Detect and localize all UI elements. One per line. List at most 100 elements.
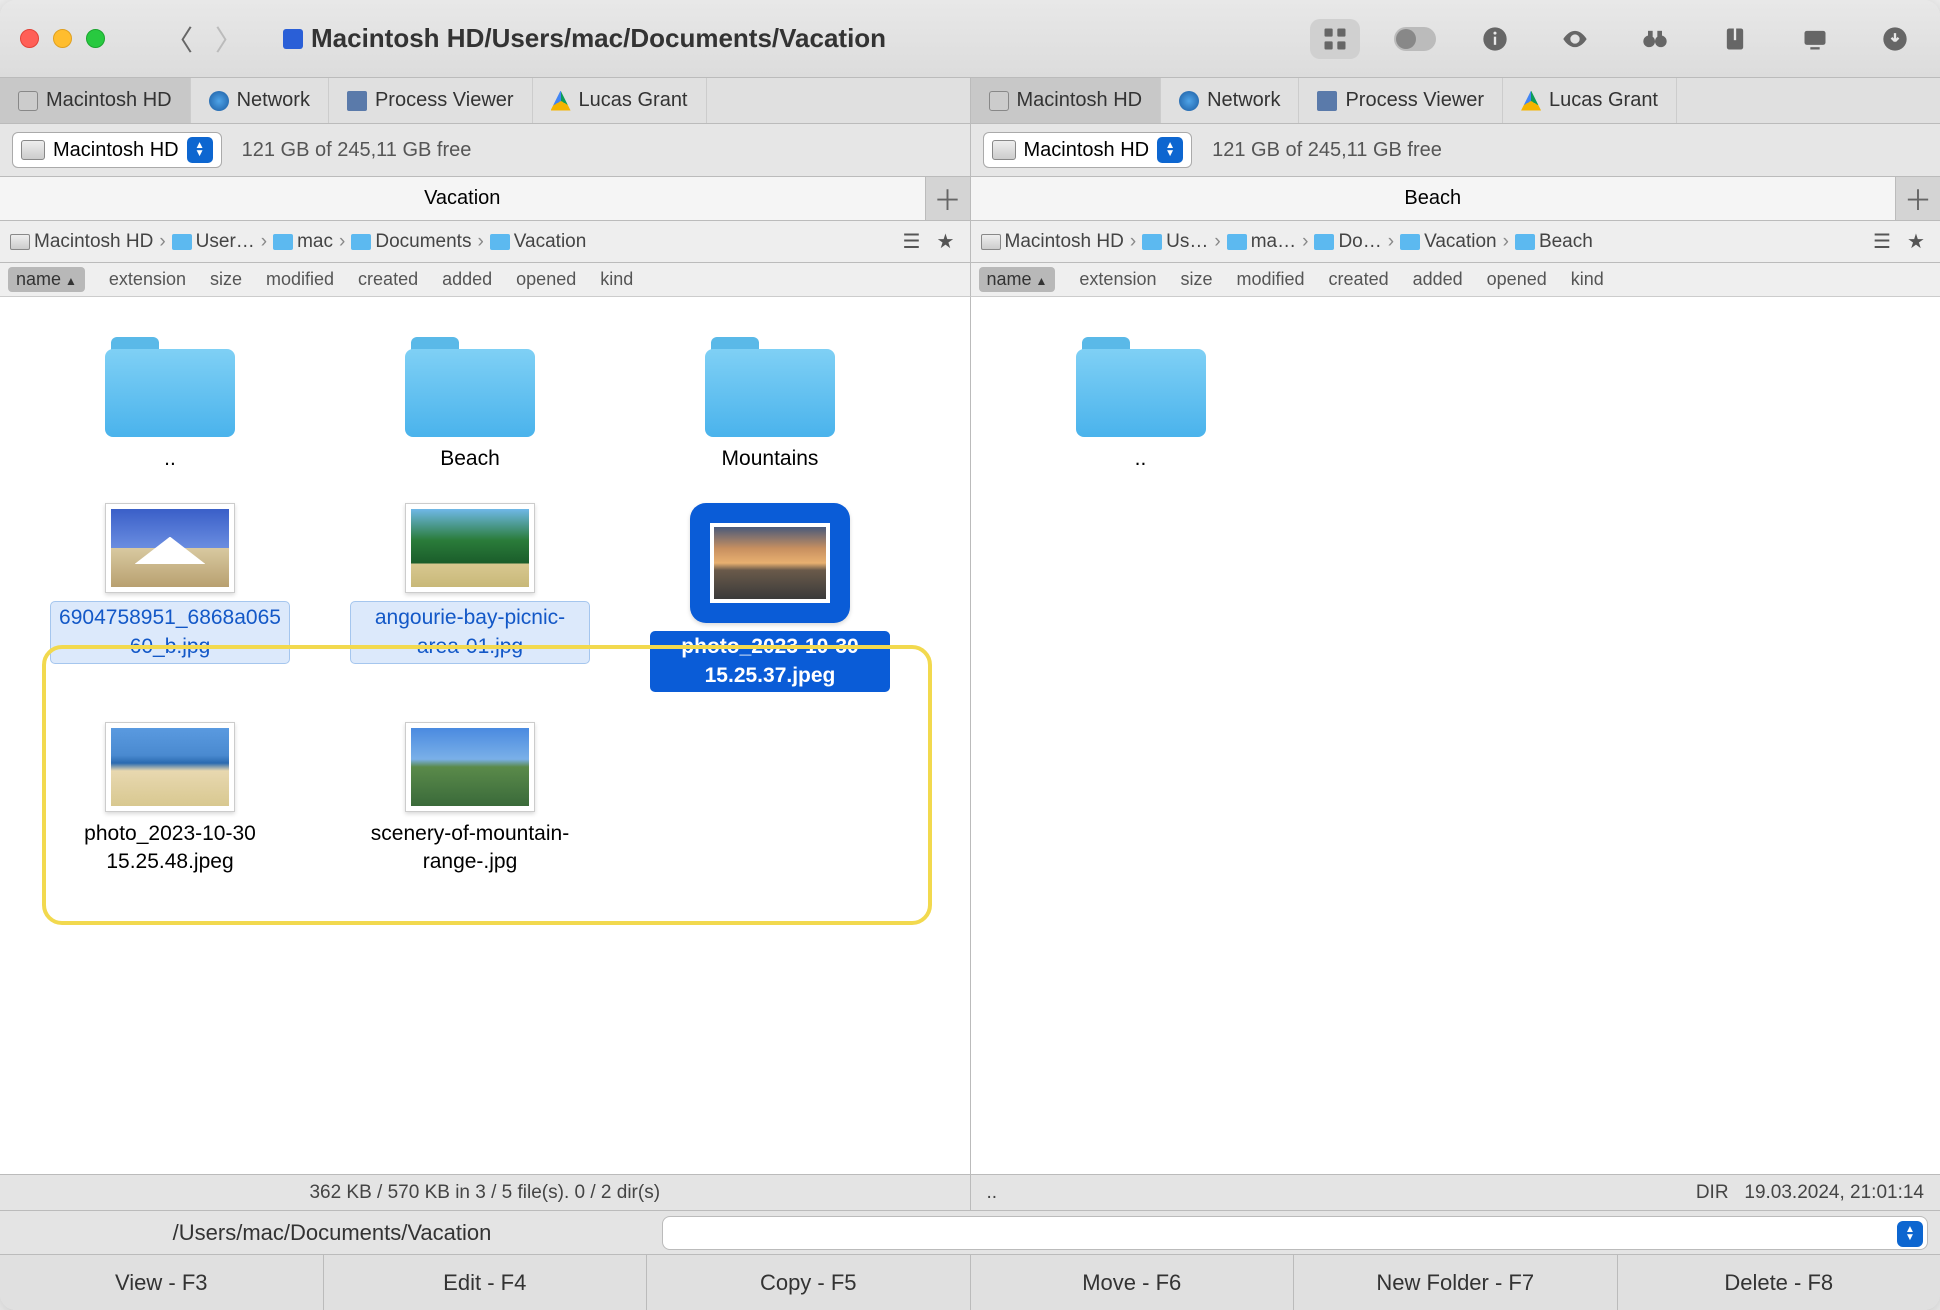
folder-icon	[1227, 234, 1247, 250]
command-input[interactable]: ▲▼	[662, 1216, 1928, 1250]
bookmark-lucas-grant[interactable]: Lucas Grant	[533, 78, 707, 123]
command-dropdown-icon[interactable]: ▲▼	[1897, 1221, 1923, 1247]
column-header-modified[interactable]: modified	[266, 269, 334, 290]
thumbnail-image	[411, 509, 529, 587]
column-header-name[interactable]: name▲	[8, 267, 85, 292]
item-label: Mountains	[722, 445, 819, 473]
favorite-button[interactable]: ★	[1902, 228, 1930, 256]
breadcrumb-segment[interactable]: Macintosh HD	[981, 231, 1124, 253]
compress-button[interactable]	[1710, 19, 1760, 59]
drive-select-left[interactable]: Macintosh HD ▲▼	[12, 132, 222, 168]
bookmark-network[interactable]: Network	[1161, 78, 1299, 123]
breadcrumb-segment[interactable]: ma…	[1227, 231, 1296, 253]
fn-button-move[interactable]: Move - F6	[971, 1255, 1295, 1310]
pane-right[interactable]: ..	[970, 297, 1940, 1174]
breadcrumb-label: User…	[196, 231, 255, 253]
bookmark-label: Lucas Grant	[1549, 89, 1658, 112]
new-tab-button-right[interactable]: ＋	[1896, 177, 1940, 220]
breadcrumb-segment[interactable]: Documents	[351, 231, 471, 253]
drive-select-right[interactable]: Macintosh HD ▲▼	[983, 132, 1193, 168]
column-header-added[interactable]: added	[442, 269, 492, 290]
column-header-added[interactable]: added	[1413, 269, 1463, 290]
folder-item[interactable]: ..	[991, 327, 1291, 483]
column-header-created[interactable]: created	[358, 269, 418, 290]
new-tab-button-left[interactable]: ＋	[926, 177, 970, 220]
bookmark-process-viewer[interactable]: Process Viewer	[329, 78, 533, 123]
bookmark-network[interactable]: Network	[191, 78, 329, 123]
sync-button[interactable]	[1790, 19, 1840, 59]
column-header-name[interactable]: name▲	[979, 267, 1056, 292]
folder-icon	[351, 234, 371, 250]
computer-icon	[1801, 25, 1829, 53]
fn-button-edit[interactable]: Edit - F4	[324, 1255, 648, 1310]
folder-item[interactable]: Mountains	[620, 327, 920, 483]
column-header-opened[interactable]: opened	[516, 269, 576, 290]
breadcrumb-label: mac	[297, 231, 333, 253]
breadcrumb-row: Macintosh HD›User…›mac›Documents›Vacatio…	[0, 221, 1940, 263]
file-item[interactable]: photo_2023-10-30 15.25.48.jpeg	[20, 712, 320, 887]
list-mode-button[interactable]: ☰	[898, 228, 926, 256]
item-label: photo_2023-10-30 15.25.37.jpeg	[650, 631, 890, 692]
fn-button-copy[interactable]: Copy - F5	[647, 1255, 971, 1310]
drive-icon	[10, 234, 30, 250]
folder-item[interactable]: ..	[20, 327, 320, 483]
breadcrumb-segment[interactable]: Beach	[1515, 231, 1593, 253]
download-button[interactable]	[1870, 19, 1920, 59]
breadcrumb-label: Vacation	[1424, 231, 1497, 253]
preview-button[interactable]	[1550, 19, 1600, 59]
bookmark-macintosh-hd[interactable]: Macintosh HD	[0, 78, 191, 123]
folder-icon	[105, 337, 235, 437]
breadcrumb-segment[interactable]: Vacation	[1400, 231, 1497, 253]
favorite-button[interactable]: ★	[932, 228, 960, 256]
file-item[interactable]: photo_2023-10-30 15.25.37.jpeg	[620, 493, 920, 702]
bookmark-label: Macintosh HD	[1017, 89, 1143, 112]
minimize-window-button[interactable]	[53, 29, 72, 48]
tab-right[interactable]: Beach	[971, 177, 1897, 220]
item-label: Beach	[440, 445, 500, 473]
breadcrumb-segment[interactable]: Do…	[1314, 231, 1381, 253]
search-button[interactable]	[1630, 19, 1680, 59]
file-item[interactable]: 6904758951_6868a06560_b.jpg	[20, 493, 320, 702]
pane-tabs-row: Vacation ＋ Beach ＋	[0, 177, 1940, 221]
status-text: 362 KB / 570 KB in 3 / 5 file(s). 0 / 2 …	[309, 1182, 660, 1204]
maximize-window-button[interactable]	[86, 29, 105, 48]
toggle-button[interactable]	[1390, 19, 1440, 59]
column-header-extension[interactable]: extension	[1079, 269, 1156, 290]
tab-left[interactable]: Vacation	[0, 177, 926, 220]
column-header-modified[interactable]: modified	[1237, 269, 1305, 290]
bookmark-process-viewer[interactable]: Process Viewer	[1299, 78, 1503, 123]
column-header-kind[interactable]: kind	[1571, 269, 1604, 290]
folder-item[interactable]: Beach	[320, 327, 620, 483]
drive-header-left: Macintosh HD ▲▼ 121 GB of 245,11 GB free	[0, 124, 970, 176]
pane-left[interactable]: .. Beach Mountains 6904758951_6868a06560_b.…	[0, 297, 970, 1174]
file-item[interactable]: angourie-bay-picnic-area-01.jpg	[320, 493, 620, 702]
column-header-opened[interactable]: opened	[1487, 269, 1547, 290]
column-header-kind[interactable]: kind	[600, 269, 633, 290]
forward-button[interactable]: 〉	[207, 17, 251, 61]
bookmark-macintosh-hd[interactable]: Macintosh HD	[971, 78, 1162, 123]
fn-button-view[interactable]: View - F3	[0, 1255, 324, 1310]
back-button[interactable]: 〈	[157, 17, 201, 61]
file-item[interactable]: scenery-of-mountain-range-.jpg	[320, 712, 620, 887]
breadcrumb-separator: ›	[261, 231, 267, 253]
breadcrumb-segment[interactable]: Us…	[1142, 231, 1208, 253]
globe-icon	[1179, 91, 1199, 111]
fn-button-delete[interactable]: Delete - F8	[1618, 1255, 1940, 1310]
breadcrumb-segment[interactable]: User…	[172, 231, 255, 253]
column-header-size[interactable]: size	[210, 269, 242, 290]
list-mode-button[interactable]: ☰	[1868, 228, 1896, 256]
column-header-created[interactable]: created	[1329, 269, 1389, 290]
fn-button-new[interactable]: New Folder - F7	[1294, 1255, 1618, 1310]
column-header-extension[interactable]: extension	[109, 269, 186, 290]
info-button[interactable]	[1470, 19, 1520, 59]
drive-header-right: Macintosh HD ▲▼ 121 GB of 245,11 GB free	[970, 124, 1940, 176]
bookmark-lucas-grant[interactable]: Lucas Grant	[1503, 78, 1677, 123]
breadcrumb-segment[interactable]: Macintosh HD	[10, 231, 153, 253]
breadcrumb-label: Documents	[375, 231, 471, 253]
column-header-size[interactable]: size	[1180, 269, 1212, 290]
close-window-button[interactable]	[20, 29, 39, 48]
breadcrumb-segment[interactable]: mac	[273, 231, 333, 253]
breadcrumb-actions: ☰★	[1868, 228, 1930, 256]
grid-view-button[interactable]	[1310, 19, 1360, 59]
breadcrumb-segment[interactable]: Vacation	[490, 231, 587, 253]
